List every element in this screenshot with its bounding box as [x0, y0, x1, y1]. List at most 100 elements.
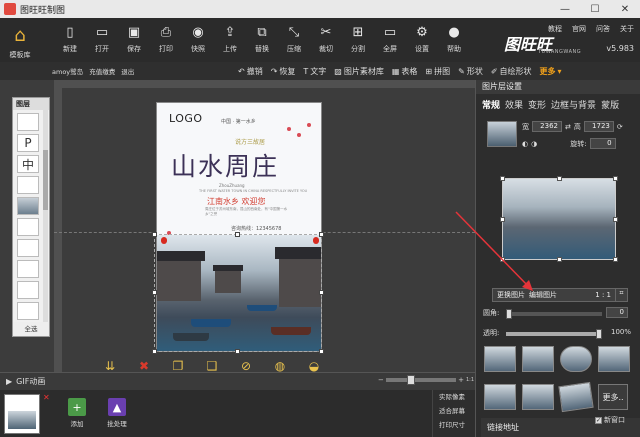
poster-pinyin[interactable]: ZhouZhuang [219, 183, 245, 188]
gallery-image[interactable] [598, 346, 630, 372]
poster-slogan[interactable]: 说方三故居 [235, 137, 265, 146]
crop-icon[interactable]: ⌗ [615, 289, 627, 301]
zoom-in-button[interactable]: + [458, 376, 464, 384]
maximize-button[interactable]: ☐ [580, 0, 610, 18]
close-button[interactable]: ✕ [610, 0, 640, 18]
image-preview[interactable] [500, 176, 618, 262]
opacity-slider[interactable] [506, 329, 602, 339]
select-all-button[interactable]: 全选 [13, 322, 49, 336]
save-button[interactable]: ▣ 保存 [118, 18, 150, 62]
help-button[interactable]: ● 帮助 [438, 18, 470, 62]
redo-button[interactable]: ↷ 恢复 [271, 66, 296, 77]
zoom-actual-button[interactable]: 1:1 [466, 377, 474, 383]
gallery-image[interactable] [484, 346, 516, 372]
crop-handle[interactable] [500, 217, 505, 222]
opacity-slider-knob[interactable] [596, 329, 602, 339]
recharge-link[interactable]: 充值缴费 [89, 68, 115, 76]
crop-handle[interactable] [613, 257, 618, 262]
gallery-image[interactable] [522, 384, 554, 410]
auto-shape-button[interactable]: ✐ 自绘形状 [491, 66, 532, 77]
ratio-button[interactable]: 1 : 1 [595, 291, 611, 299]
zoom-slider-knob[interactable] [406, 375, 415, 385]
gif-label[interactable]: GIF动画 [16, 376, 45, 387]
poster-body[interactable]: 周庄位于苏州城东南，昆山的西南处，有"中国第一水乡"之誉 [205, 207, 295, 217]
rotate-input[interactable]: 0 [589, 138, 616, 149]
resize-handle[interactable] [235, 232, 240, 237]
crop-handle[interactable] [613, 217, 618, 222]
new-file-button[interactable]: ▯ 新建 [54, 18, 86, 62]
minimize-button[interactable]: — [550, 0, 580, 18]
corner-input[interactable]: 0 [606, 307, 628, 318]
username[interactable]: amoy鹭岛 [52, 68, 83, 76]
tab-general[interactable]: 常规 [482, 98, 500, 111]
tab-transform[interactable]: 变形 [528, 98, 546, 111]
layer-thumbnail[interactable] [17, 197, 39, 215]
poster-title[interactable]: 山水周庄 [171, 147, 279, 183]
crop-handle[interactable] [500, 176, 505, 181]
poster-logo[interactable]: LOGO [169, 112, 203, 125]
gallery-image[interactable] [522, 346, 554, 372]
layer-thumbnail[interactable] [17, 302, 39, 320]
folder-button[interactable]: ▭ 打开 [86, 18, 118, 62]
height-input[interactable]: 1723 [583, 121, 614, 132]
more-styles-button[interactable]: 更多.. [598, 384, 628, 410]
poster-red-line[interactable]: 江南水乡 欢迎您 [207, 196, 266, 207]
actual-pixels-option[interactable]: 实际像素 [433, 390, 476, 404]
tab-border-background[interactable]: 边框与背景 [551, 98, 596, 111]
resize-handle[interactable] [319, 290, 324, 295]
refresh-icon[interactable]: ⟳ [617, 123, 623, 131]
flip-horizontal-icon[interactable]: ◐ [522, 140, 528, 148]
resize-handle[interactable] [152, 290, 157, 295]
camera-button[interactable]: ◉ 快照 [182, 18, 214, 62]
undo-button[interactable]: ↶ 撤销 [238, 66, 263, 77]
logout-link[interactable]: 退出 [121, 68, 134, 76]
edit-image-button[interactable]: 编辑图片 [529, 290, 557, 300]
gear-button[interactable]: ⚙ 设置 [406, 18, 438, 62]
fit-screen-option[interactable]: 适合屏幕 [433, 404, 476, 418]
layer-thumbnail[interactable] [487, 121, 517, 147]
zoom-slider[interactable] [385, 375, 457, 385]
layer-thumbnail[interactable] [17, 281, 39, 299]
compress-button[interactable]: ⤡ 压缩 [278, 18, 310, 62]
replace-button[interactable]: ⧉ 替换 [246, 18, 278, 62]
scissors-button[interactable]: ✂ 裁切 [310, 18, 342, 62]
selection-box[interactable] [152, 232, 324, 354]
layers-scrollbar[interactable] [43, 110, 48, 324]
gallery-image[interactable] [560, 346, 592, 372]
crop-handle[interactable] [557, 257, 562, 262]
layer-thumbnail[interactable] [17, 113, 39, 131]
tab-mask[interactable]: 蒙版 [601, 98, 619, 111]
layer-thumbnail[interactable] [17, 218, 39, 236]
width-input[interactable]: 2362 [532, 121, 562, 132]
corner-slider[interactable] [506, 309, 602, 319]
table-button[interactable]: ▦ 表格 [392, 66, 418, 77]
crop-handle[interactable] [613, 176, 618, 181]
resize-handle[interactable] [152, 349, 157, 354]
split-button[interactable]: ⊞ 分割 [342, 18, 374, 62]
layer-thumbnail[interactable]: 中 [17, 155, 39, 173]
template-library-button[interactable]: ⌂ 模板库 [0, 18, 40, 62]
layer-thumbnail[interactable] [17, 239, 39, 257]
replace-image-button[interactable]: 更换图片 [497, 290, 525, 300]
poster-tag[interactable]: 中国 · 第一水乡 [221, 118, 256, 125]
new-window-checkbox[interactable]: ✓ 新窗口 [595, 415, 625, 425]
text-button[interactable]: T 文字 [303, 66, 326, 77]
upload-button[interactable]: ⇪ 上传 [214, 18, 246, 62]
corner-slider-knob[interactable] [506, 309, 512, 319]
zoom-out-button[interactable]: − [378, 376, 384, 384]
poster-english[interactable]: THE FIRST WATER TOWN IN CHINA RESPECTFUL… [199, 189, 307, 193]
resize-handle[interactable] [319, 349, 324, 354]
batch-button[interactable]: ▲ 批处理 [102, 398, 132, 428]
gallery-image[interactable] [558, 381, 594, 413]
resize-handle[interactable] [235, 349, 240, 354]
layer-thumbnail[interactable]: P [17, 134, 39, 152]
resize-handle[interactable] [319, 232, 324, 237]
tab-effects[interactable]: 效果 [505, 98, 523, 111]
resize-handle[interactable] [152, 232, 157, 237]
crop-handle[interactable] [557, 176, 562, 181]
monitor-button[interactable]: ▭ 全屏 [374, 18, 406, 62]
layers-scroll-thumb[interactable] [43, 150, 48, 210]
checkbox-box[interactable]: ✓ [595, 416, 602, 424]
add-frame-button[interactable]: + 添加 [62, 398, 92, 428]
close-icon[interactable]: ✕ [43, 393, 50, 402]
